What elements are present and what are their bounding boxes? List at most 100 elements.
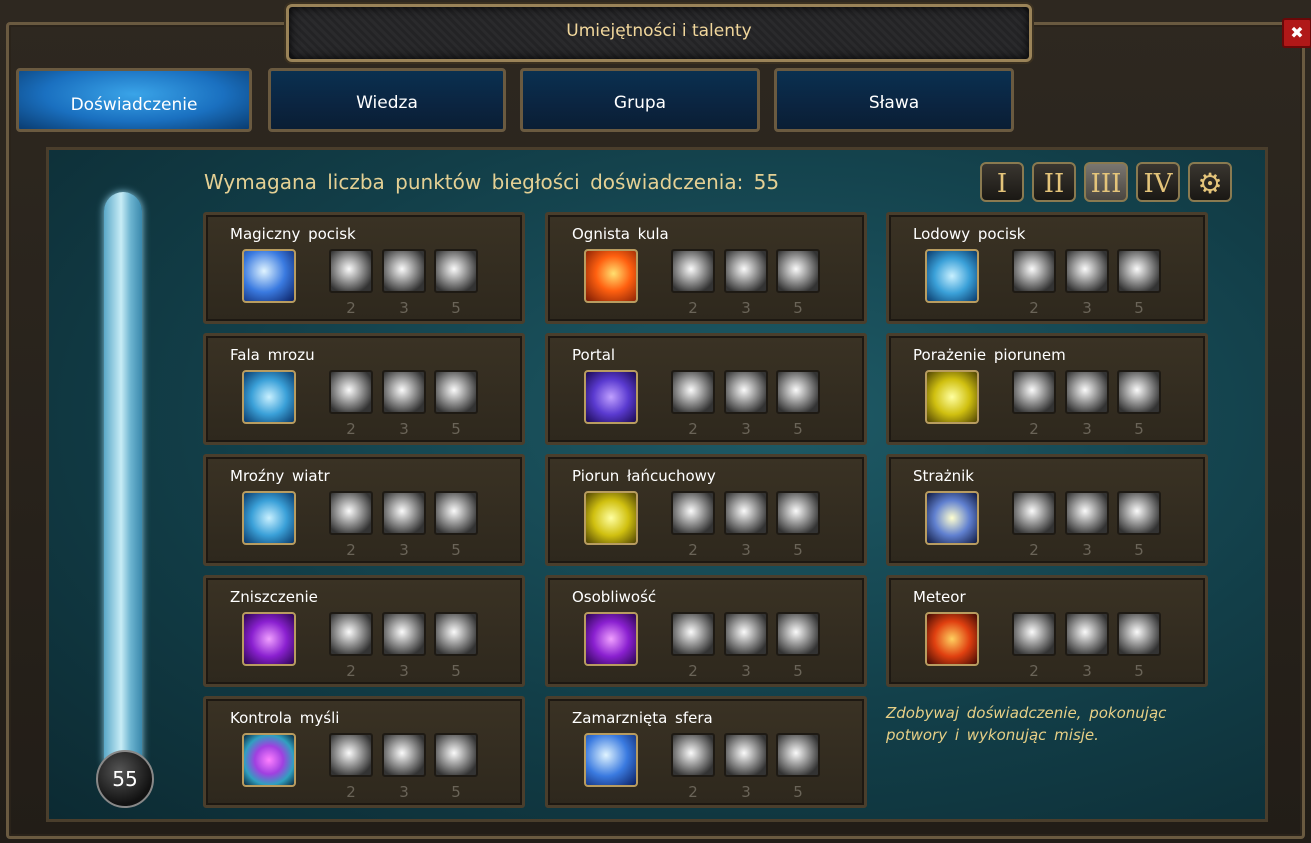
skill-upgrade-icon[interactable] [724, 612, 768, 656]
skill-icon[interactable] [584, 733, 638, 787]
upgrade-level-label: 3 [399, 783, 409, 801]
skill-upgrade-icon[interactable] [1012, 491, 1056, 535]
tier-button-1[interactable]: I [980, 162, 1024, 202]
skill-upgrade-icon[interactable] [329, 249, 373, 293]
tab-label: Doświadczenie [70, 95, 198, 115]
skill-card[interactable]: Kontrola myśli 2 3 5 [203, 696, 525, 808]
skill-upgrade-icon[interactable] [724, 370, 768, 414]
skill-card[interactable]: Zniszczenie 2 3 5 [203, 575, 525, 687]
upgrade-level-label: 5 [793, 541, 803, 559]
upgrade-level-label: 3 [1082, 299, 1092, 317]
skill-upgrade-icon[interactable] [382, 249, 426, 293]
skill-upgrade-icon[interactable] [1012, 612, 1056, 656]
tab-group[interactable]: Grupa [520, 68, 760, 132]
skill-icon[interactable] [242, 733, 296, 787]
skill-upgrade-icon[interactable] [724, 733, 768, 777]
skill-upgrade-icon[interactable] [1012, 249, 1056, 293]
tab-fame[interactable]: Sława [774, 68, 1014, 132]
skill-name: Meteor [913, 588, 966, 606]
skill-upgrade-icon[interactable] [434, 733, 478, 777]
skill-card[interactable]: Fala mrozu 2 3 5 [203, 333, 525, 445]
close-button[interactable]: ✖ [1282, 18, 1311, 48]
skill-upgrade-icon[interactable] [434, 612, 478, 656]
skill-upgrade-icon[interactable] [434, 249, 478, 293]
skill-upgrade-icon[interactable] [671, 612, 715, 656]
skill-upgrade-icon[interactable] [724, 491, 768, 535]
skill-name: Piorun łańcuchowy [572, 467, 716, 485]
skill-upgrade-icon[interactable] [671, 733, 715, 777]
upgrade-level-label: 3 [741, 783, 751, 801]
skill-upgrade-icon[interactable] [382, 491, 426, 535]
skill-card[interactable]: Ognista kula 2 3 5 [545, 212, 867, 324]
skill-upgrade-icon[interactable] [1065, 612, 1109, 656]
upgrade-level-label: 5 [793, 299, 803, 317]
skill-upgrade-icon[interactable] [329, 733, 373, 777]
skill-card[interactable]: Piorun łańcuchowy 2 3 5 [545, 454, 867, 566]
upgrade-level-label: 2 [346, 662, 356, 680]
skill-card[interactable]: Magiczny pocisk 2 3 5 [203, 212, 525, 324]
skill-upgrade-icon[interactable] [776, 733, 820, 777]
skill-upgrade-icon[interactable] [671, 249, 715, 293]
skill-upgrade-icon[interactable] [1065, 370, 1109, 414]
skill-icon[interactable] [584, 370, 638, 424]
settings-gear-icon[interactable]: ⚙ [1188, 162, 1232, 202]
skill-upgrade-icon[interactable] [1117, 612, 1161, 656]
skill-upgrade-icon[interactable] [382, 370, 426, 414]
skill-card[interactable]: Lodowy pocisk 2 3 5 [886, 212, 1208, 324]
skill-icon[interactable] [925, 370, 979, 424]
skill-icon[interactable] [925, 249, 979, 303]
tab-knowledge[interactable]: Wiedza [268, 68, 506, 132]
tier-button-4[interactable]: IV [1136, 162, 1180, 202]
skill-upgrade-icon[interactable] [434, 491, 478, 535]
skill-upgrade-icon[interactable] [1117, 370, 1161, 414]
skill-icon[interactable] [584, 249, 638, 303]
skill-upgrade-icon[interactable] [1012, 370, 1056, 414]
skill-upgrade-icon[interactable] [329, 370, 373, 414]
skill-upgrade-icon[interactable] [776, 612, 820, 656]
skill-upgrade-icon[interactable] [1065, 249, 1109, 293]
skill-upgrade-icon[interactable] [1117, 249, 1161, 293]
skill-upgrade-icon[interactable] [382, 733, 426, 777]
upgrade-level-label: 2 [688, 299, 698, 317]
skill-upgrade-icon[interactable] [776, 370, 820, 414]
skill-upgrade-icon[interactable] [329, 491, 373, 535]
upgrade-level-label: 2 [688, 420, 698, 438]
skill-upgrade-icon[interactable] [671, 491, 715, 535]
upgrade-level-label: 5 [451, 662, 461, 680]
skill-icon[interactable] [584, 612, 638, 666]
upgrade-level-label: 2 [1029, 541, 1039, 559]
skill-card[interactable]: Osobliwość 2 3 5 [545, 575, 867, 687]
tab-label: Sława [868, 93, 920, 113]
upgrade-level-label: 3 [399, 662, 409, 680]
skill-upgrade-icon[interactable] [776, 491, 820, 535]
skill-card[interactable]: Porażenie piorunem 2 3 5 [886, 333, 1208, 445]
upgrade-level-label: 5 [1134, 541, 1144, 559]
skill-upgrade-icon[interactable] [1065, 491, 1109, 535]
skill-upgrade-icon[interactable] [776, 249, 820, 293]
upgrade-level-label: 3 [1082, 541, 1092, 559]
skill-upgrade-icon[interactable] [724, 249, 768, 293]
upgrade-level-label: 3 [399, 420, 409, 438]
tier-button-2[interactable]: II [1032, 162, 1076, 202]
skill-card[interactable]: Mroźny wiatr 2 3 5 [203, 454, 525, 566]
skill-icon[interactable] [242, 612, 296, 666]
skill-icon[interactable] [242, 491, 296, 545]
skill-card[interactable]: Portal 2 3 5 [545, 333, 867, 445]
skill-card[interactable]: Zamarznięta sfera 2 3 5 [545, 696, 867, 808]
tab-experience[interactable]: Doświadczenie [16, 68, 252, 132]
skill-icon[interactable] [925, 612, 979, 666]
skill-upgrade-icon[interactable] [329, 612, 373, 656]
skill-upgrade-icon[interactable] [434, 370, 478, 414]
skill-card[interactable]: Meteor 2 3 5 [886, 575, 1208, 687]
skill-upgrade-icon[interactable] [1117, 491, 1161, 535]
skill-icon[interactable] [242, 249, 296, 303]
skill-icon[interactable] [584, 491, 638, 545]
skill-upgrade-icon[interactable] [671, 370, 715, 414]
skill-icon[interactable] [242, 370, 296, 424]
skill-card[interactable]: Strażnik 2 3 5 [886, 454, 1208, 566]
skill-icon[interactable] [925, 491, 979, 545]
tier-button-3[interactable]: III [1084, 162, 1128, 202]
skill-upgrade-icon[interactable] [382, 612, 426, 656]
upgrade-level-label: 5 [451, 541, 461, 559]
window-title: Umiejętności i talenty [566, 21, 752, 41]
